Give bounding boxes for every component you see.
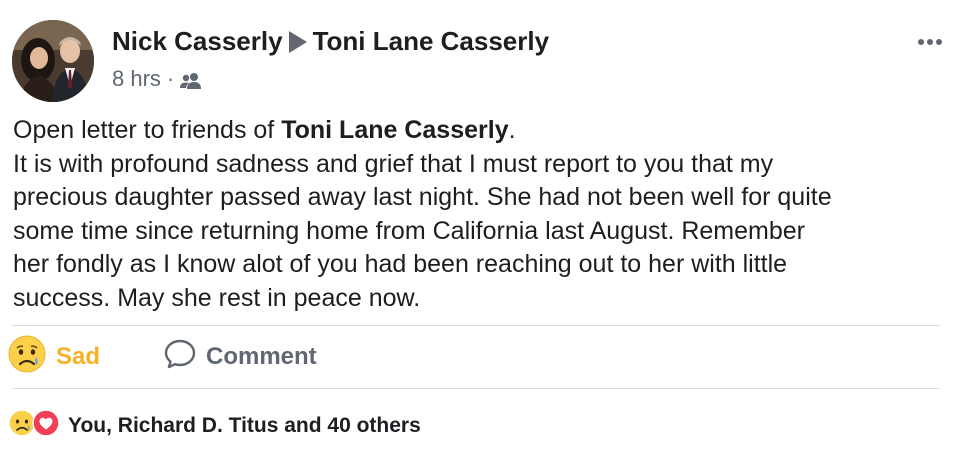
reactions-summary[interactable]: You, Richard D. Titus and 40 others [8,409,421,443]
body-text-prefix: Open letter to friends of [13,116,282,144]
comment-button[interactable]: Comment [164,326,317,388]
post-body: Open letter to friends of Toni Lane Cass… [13,114,948,315]
reactions-summary-text: You, Richard D. Titus and 40 others [68,414,421,437]
arrow-right-icon [288,30,307,53]
post-meta: 8 hrs · [112,66,202,92]
love-heart-icon [32,409,60,443]
more-dot [918,39,924,45]
recipient-name[interactable]: Toni Lane Casserly [313,26,550,57]
more-options-button[interactable] [918,32,946,52]
body-text-suffix: . [508,116,516,144]
post-body-line: Open letter to friends of Toni Lane Cass… [13,114,948,148]
more-dot [936,39,942,45]
sad-reaction-button[interactable]: Sad [8,326,100,388]
avatar-photo [12,20,94,102]
sad-reaction-label: Sad [56,343,101,370]
more-dot [927,39,933,45]
divider [12,388,940,389]
post-body-line: some time since returning home from Cali… [13,216,805,245]
tagged-name[interactable]: Toni Lane Casserly [281,116,508,144]
sad-emoji-icon [8,335,46,380]
post-header: Nick Casserly Toni Lane Casserly [112,26,549,57]
post-card: Nick Casserly Toni Lane Casserly 8 hrs ·… [0,0,960,452]
post-body-line: It is with profound sadness and grief th… [13,149,774,178]
post-timestamp[interactable]: 8 hrs [112,66,161,92]
meta-separator: · [166,66,175,91]
post-body-line: her fondly as I know alot of you had bee… [13,250,788,278]
reaction-icons [8,409,60,443]
author-name[interactable]: Nick Casserly [112,26,283,57]
action-bar: Sad Comment [0,326,960,388]
friends-icon[interactable] [180,70,202,89]
author-avatar[interactable] [12,20,94,102]
comment-bubble-icon [164,339,196,376]
post-body-line: precious daughter passed away last night… [13,183,832,211]
comment-label: Comment [206,343,317,370]
post-body-line: success. May she rest in peace now. [13,283,421,312]
